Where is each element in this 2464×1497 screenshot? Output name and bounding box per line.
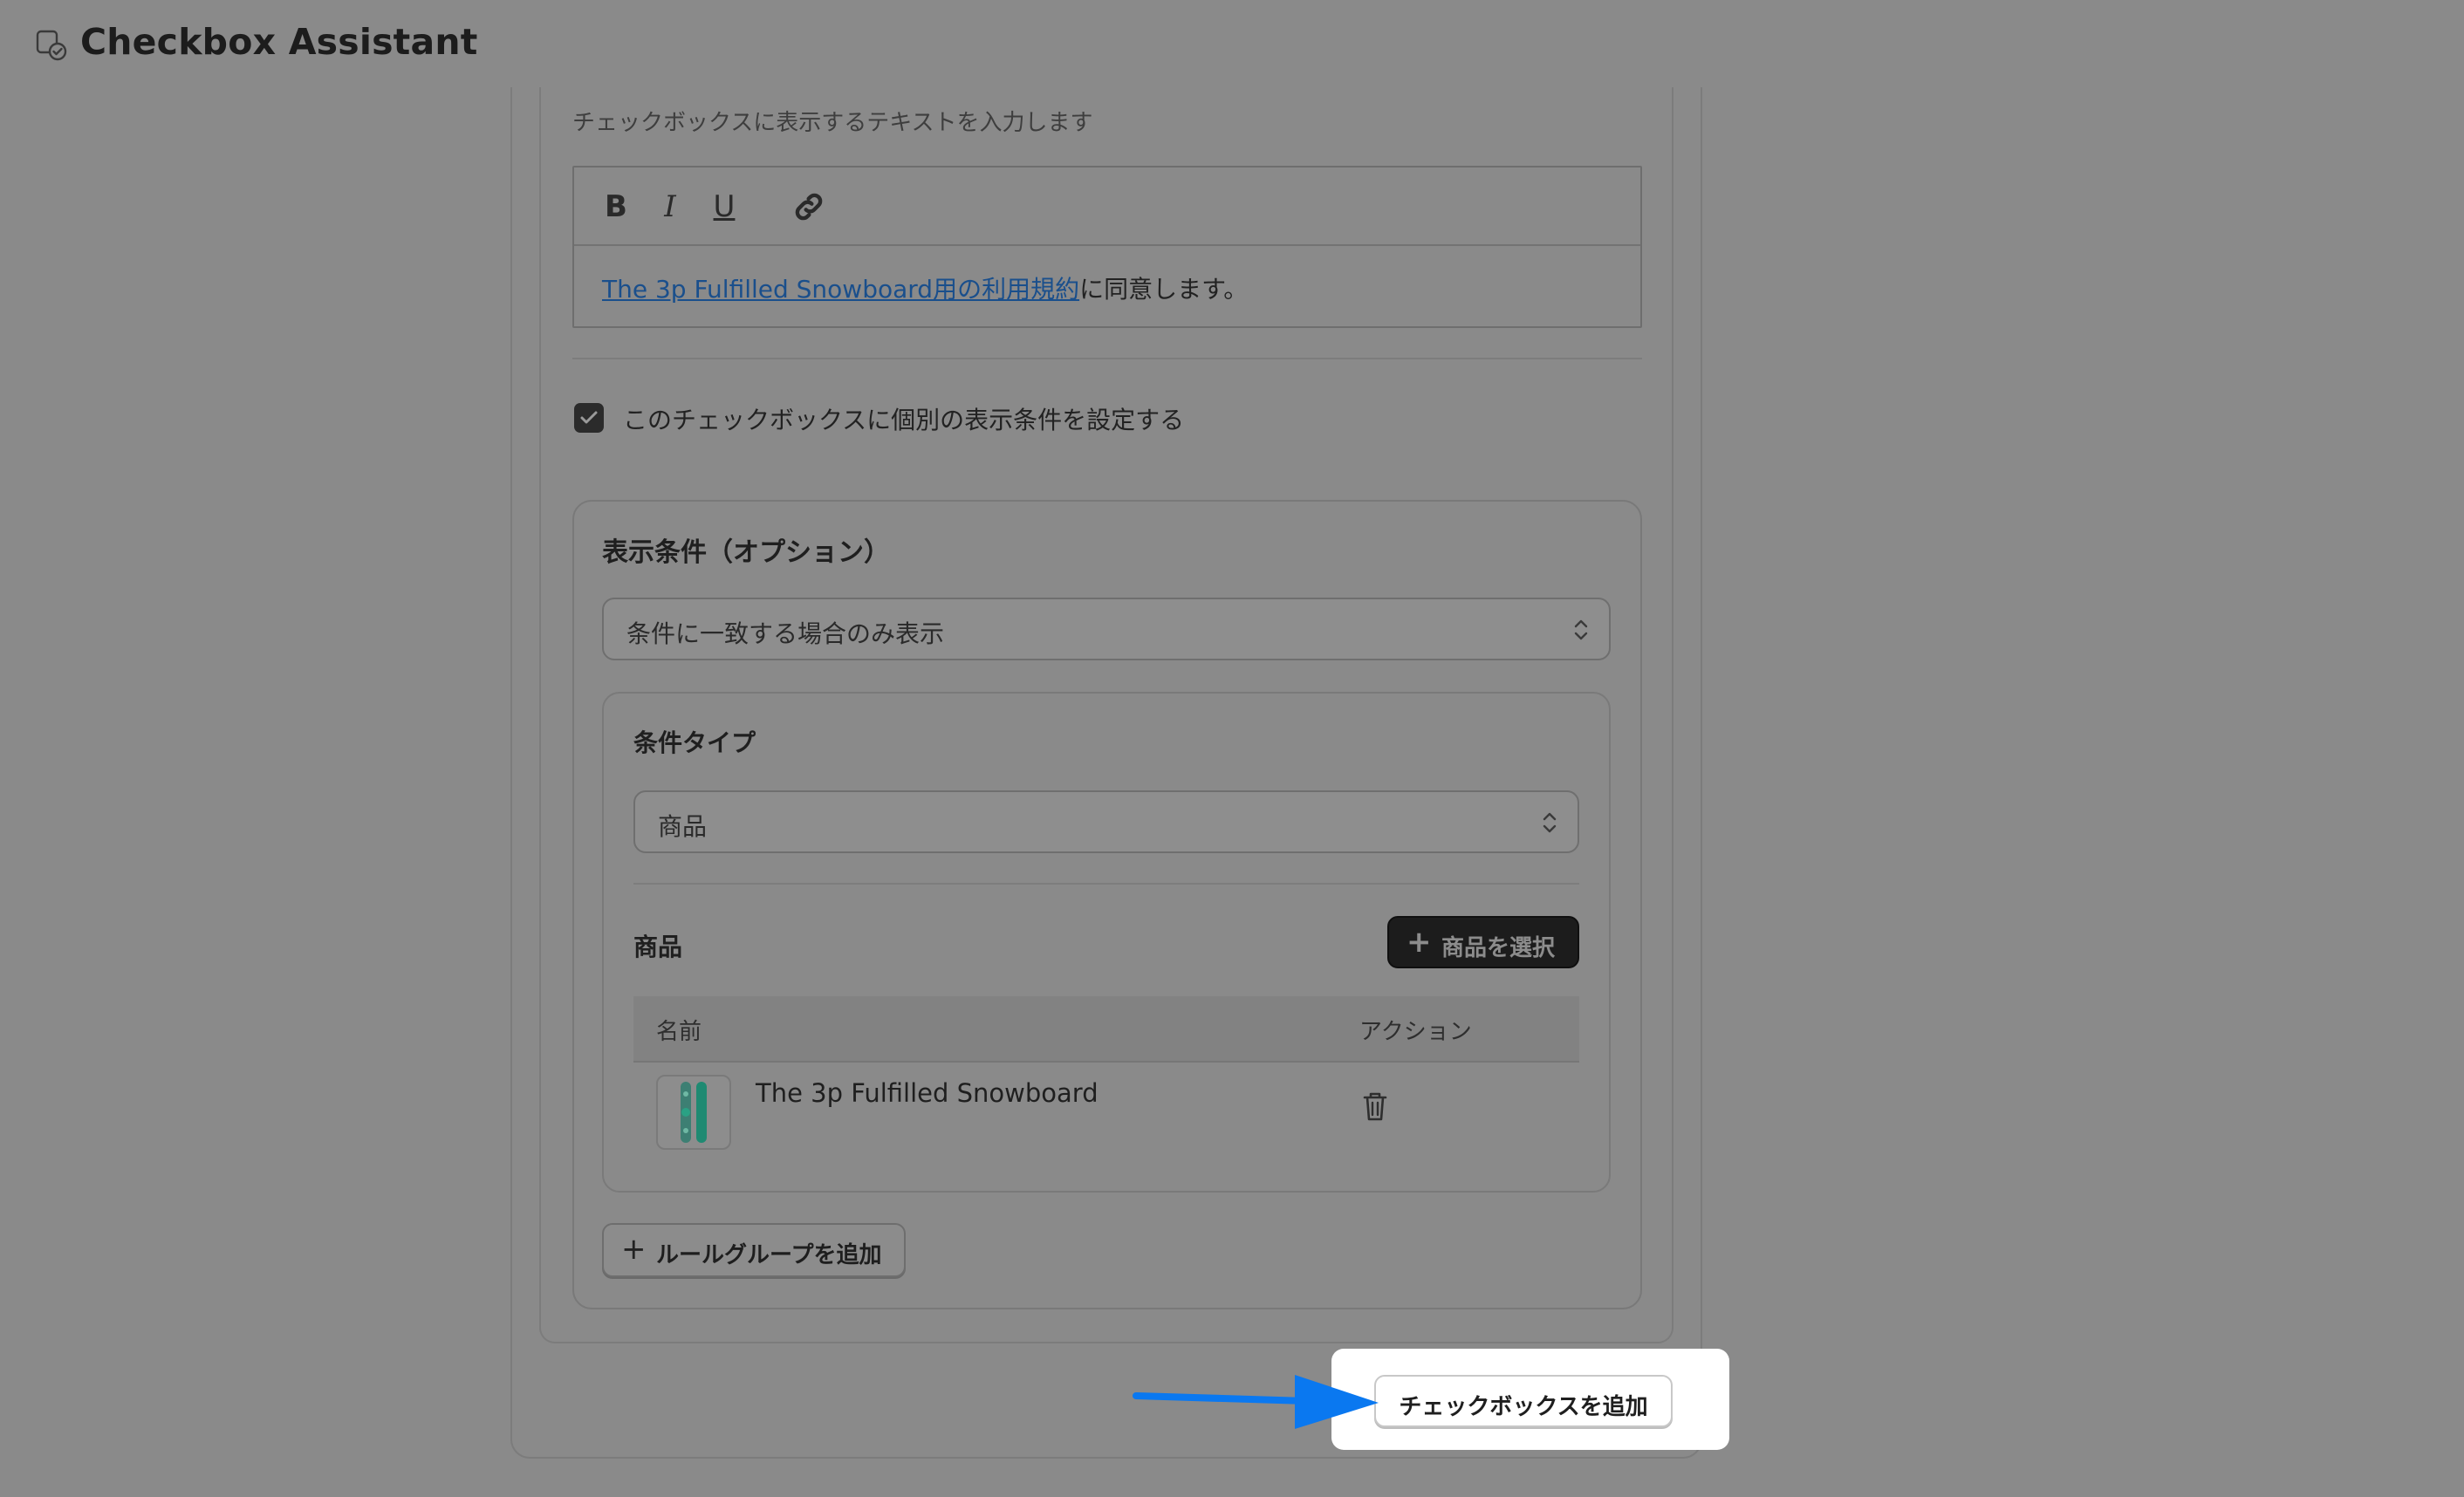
display-mode-value: 条件に一致する場合のみ表示 bbox=[626, 619, 945, 648]
snowboard-image-icon bbox=[681, 1082, 707, 1143]
italic-button[interactable]: I bbox=[654, 187, 686, 227]
link-button[interactable] bbox=[789, 187, 829, 227]
checkbox-assistant-logo-icon bbox=[36, 30, 67, 61]
rich-text-editor[interactable]: B I U The 3p Fulfilled Snowboard用の利用規約に同… bbox=[572, 166, 1642, 328]
add-checkbox-label: チェックボックスを追加 bbox=[1399, 1394, 1648, 1420]
plus-icon: + bbox=[621, 1232, 647, 1267]
checkmark-icon bbox=[580, 411, 598, 424]
editor-content-text: に同意します。 bbox=[1079, 275, 1249, 304]
individual-conditions-checkbox[interactable] bbox=[574, 403, 604, 433]
products-title: 商品 bbox=[633, 933, 683, 961]
product-name: The 3p Fulfilled Snowboard bbox=[756, 1078, 1099, 1108]
column-header-action: アクション bbox=[1359, 1019, 1472, 1045]
add-checkbox-button[interactable]: チェックボックスを追加 bbox=[1374, 1375, 1673, 1427]
underline-button[interactable]: U bbox=[708, 187, 740, 227]
terms-link[interactable]: The 3p Fulfilled Snowboard用の利用規約 bbox=[602, 275, 1079, 304]
products-table-header: 名前 アクション bbox=[633, 996, 1579, 1063]
app-title: Checkbox Assistant bbox=[80, 21, 478, 63]
bold-button[interactable]: B bbox=[600, 187, 632, 227]
display-conditions-title: 表示条件（オプション） bbox=[602, 537, 890, 568]
condition-type-value: 商品 bbox=[658, 812, 708, 841]
select-products-label: 商品を選択 bbox=[1441, 935, 1556, 961]
editor-hint: チェックボックスに表示するテキストを入力します bbox=[572, 110, 1093, 136]
divider bbox=[572, 358, 1642, 359]
table-row: The 3p Fulfilled Snowboard bbox=[633, 1064, 1579, 1160]
column-header-name: 名前 bbox=[656, 1019, 702, 1045]
select-chevron-icon bbox=[1543, 812, 1557, 833]
condition-type-title: 条件タイプ bbox=[633, 728, 756, 757]
add-rule-group-label: ルールグループを追加 bbox=[656, 1242, 882, 1268]
add-rule-group-button[interactable]: + ルールグループを追加 bbox=[602, 1223, 906, 1277]
product-thumbnail bbox=[656, 1075, 731, 1150]
app-header: Checkbox Assistant bbox=[0, 0, 2464, 94]
plus-icon: + bbox=[1407, 925, 1432, 960]
select-products-button[interactable]: + 商品を選択 bbox=[1387, 916, 1579, 968]
individual-conditions-label: このチェックボックスに個別の表示条件を設定する bbox=[623, 406, 1185, 434]
trash-icon[interactable] bbox=[1359, 1089, 1391, 1124]
editor-content[interactable]: The 3p Fulfilled Snowboard用の利用規約に同意します。 bbox=[602, 270, 1248, 305]
link-icon bbox=[795, 193, 823, 221]
pointer-arrow-icon bbox=[1133, 1375, 1379, 1429]
divider bbox=[633, 883, 1579, 885]
editor-toolbar: B I U bbox=[574, 167, 1640, 246]
select-chevron-icon bbox=[1574, 619, 1588, 640]
condition-type-select[interactable]: 商品 bbox=[633, 790, 1579, 853]
display-mode-select[interactable]: 条件に一致する場合のみ表示 bbox=[602, 598, 1611, 660]
